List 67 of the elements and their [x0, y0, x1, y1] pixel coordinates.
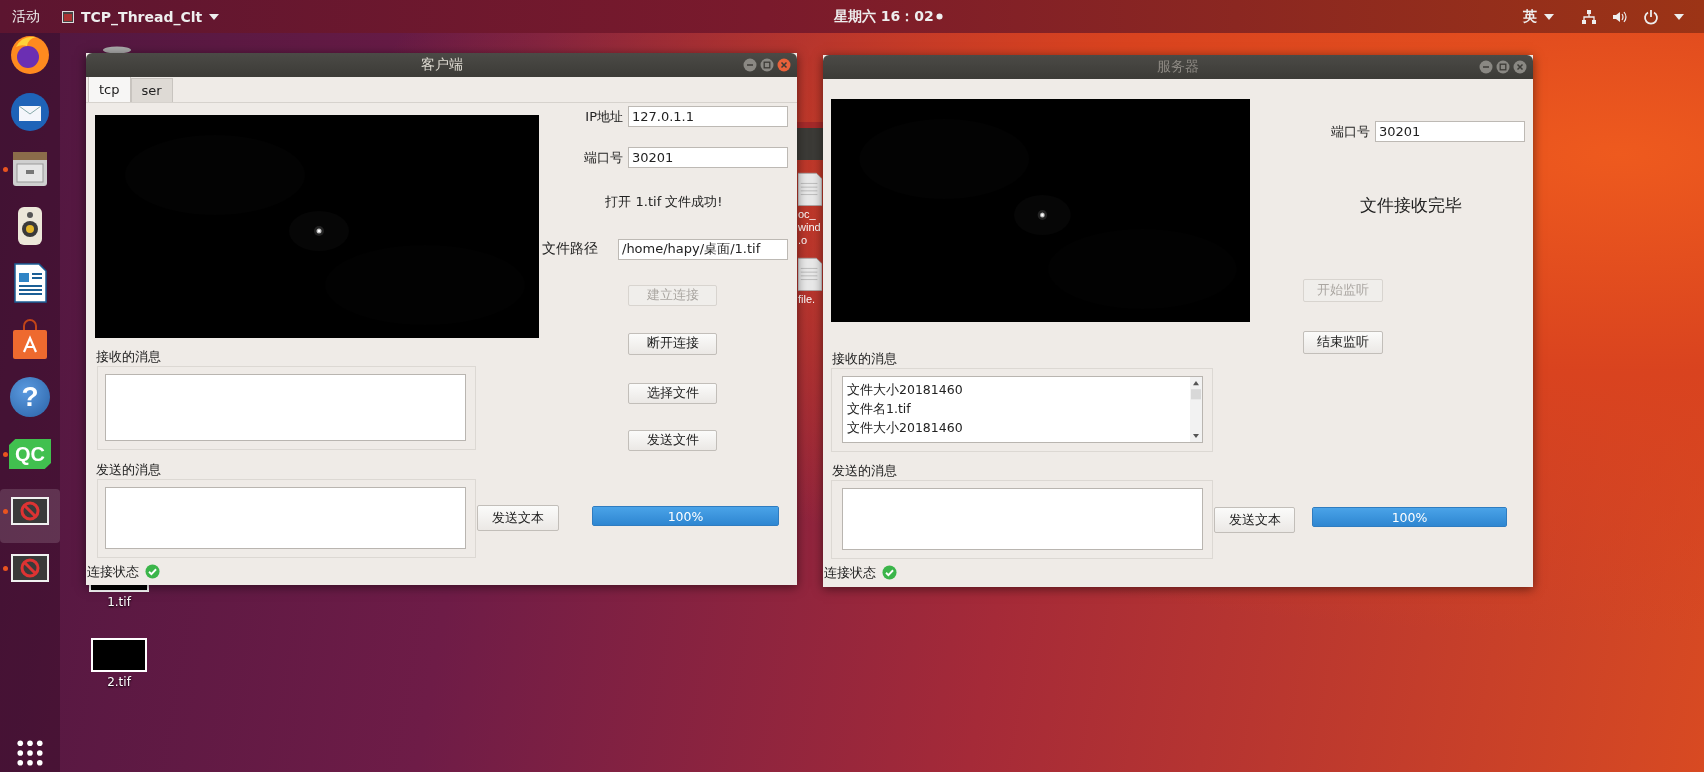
port-field[interactable]: 30201 — [628, 147, 788, 168]
group-label: 接收的消息 — [96, 348, 162, 366]
window-icon — [62, 10, 74, 23]
envelope-icon — [8, 90, 52, 134]
caret-icon[interactable] — [1674, 13, 1684, 20]
qc-logo-icon: QC — [9, 439, 51, 469]
activities-button[interactable]: 活动 — [4, 7, 48, 26]
action-button[interactable]: 结束监听 — [1303, 331, 1383, 354]
ip-field[interactable]: 127.0.1.1 — [628, 106, 788, 127]
dock-launcher[interactable] — [0, 489, 60, 543]
background-window — [797, 122, 823, 160]
status-message: 打开 1.tif 文件成功! — [604, 193, 724, 211]
send-text-button[interactable]: 发送文本 — [1214, 507, 1295, 533]
caret-icon — [209, 13, 220, 20]
file-name: .o — [798, 234, 809, 247]
tab[interactable]: ser — [130, 78, 173, 102]
status-label: 连接状态 — [87, 562, 139, 581]
file-name: file. — [798, 293, 817, 306]
message-item: 文件大小20181460 — [847, 381, 964, 399]
close-icon[interactable] — [1513, 60, 1527, 74]
window-title: 服务器 — [1157, 58, 1199, 76]
file-thumbnail — [91, 638, 147, 672]
field-label: 文件路径 — [542, 240, 598, 258]
progress-text: 100% — [667, 508, 704, 524]
group-label: 发送的消息 — [832, 462, 898, 480]
field-label: IP地址 — [585, 107, 623, 126]
status-message: 文件接收完毕 — [1358, 194, 1463, 216]
group-label: 接收的消息 — [832, 350, 898, 368]
message-input[interactable] — [842, 488, 1203, 550]
field-label: 端口号 — [584, 148, 623, 167]
close-icon[interactable] — [777, 58, 791, 72]
file-name: 1.tif — [107, 595, 131, 609]
minimize-icon[interactable] — [743, 58, 757, 72]
message-list[interactable]: 文件大小20181460 文件名1.tif 文件大小20181460 — [842, 376, 1203, 443]
maximize-icon[interactable] — [1496, 60, 1510, 74]
network-icon[interactable] — [1581, 8, 1597, 25]
maximize-icon[interactable] — [760, 58, 774, 72]
group-label: 发送的消息 — [96, 461, 162, 479]
status-label: 连接状态 — [824, 563, 876, 582]
message-item: 文件大小20181460 — [847, 419, 964, 437]
input-method-menu[interactable]: 英 — [1523, 7, 1566, 26]
app-menu-button[interactable]: TCP_Thread_Clt — [54, 8, 228, 25]
help-icon: ? — [10, 377, 50, 417]
clock[interactable]: 星期六 16：02 — [832, 7, 936, 26]
action-button[interactable]: 选择文件 — [628, 382, 717, 404]
message-item: 文件名1.tif — [847, 400, 912, 418]
field-label: 端口号 — [1331, 122, 1370, 141]
action-button[interactable]: 发送文件 — [628, 429, 717, 451]
tab[interactable]: tcp — [88, 76, 131, 102]
drive-icon — [102, 46, 132, 54]
scrollbar[interactable] — [1190, 377, 1202, 442]
window-title: 客户端 — [420, 56, 463, 74]
action-button[interactable]: 断开连接 — [628, 333, 717, 355]
file-thumbnail — [89, 585, 149, 592]
port-field[interactable]: 30201 — [1375, 121, 1525, 142]
app-grid-icon[interactable] — [17, 740, 43, 766]
message-input[interactable] — [105, 487, 466, 549]
caret-icon — [1544, 13, 1554, 20]
file-name: 2.tif — [107, 675, 131, 689]
progress-text: 100% — [1391, 509, 1428, 525]
file-name: oc_ — [798, 208, 817, 221]
file-name: wind — [798, 221, 822, 234]
globe-flame-icon — [8, 33, 52, 77]
path-field[interactable]: /home/hapy/桌面/1.tif — [618, 238, 788, 260]
power-icon[interactable] — [1643, 8, 1659, 25]
minimize-icon[interactable] — [1479, 60, 1493, 74]
send-text-button[interactable]: 发送文本 — [477, 505, 559, 531]
